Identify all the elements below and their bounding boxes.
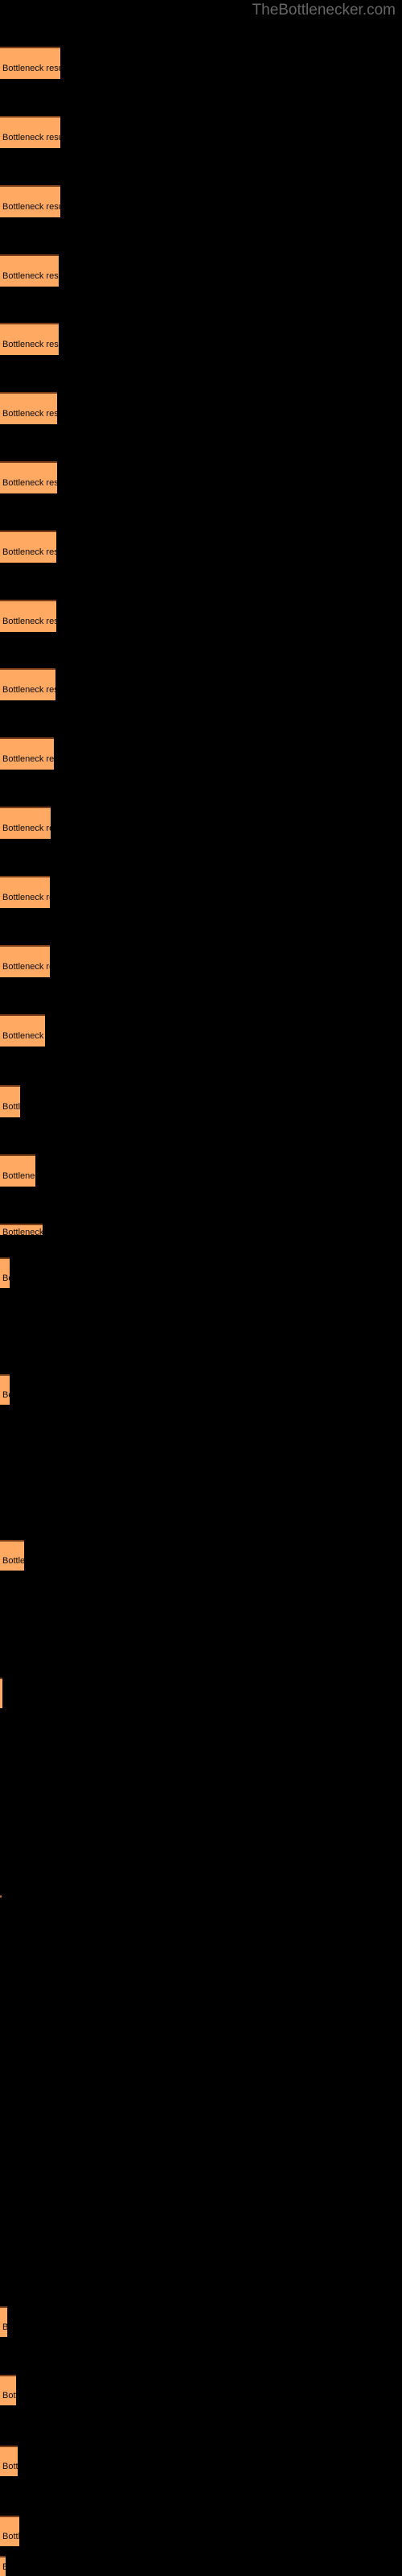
bar-label: Bottleneck result [2, 962, 50, 972]
bar-row: Bottleneck result [0, 807, 402, 839]
bar-label: Bottleneck result [2, 202, 60, 212]
bar-4[interactable]: Bottleneck result [0, 254, 59, 287]
bar-15[interactable]: Bottleneck result [0, 1014, 45, 1046]
bar-row: Bottleneck result [0, 2516, 402, 2546]
bar-1[interactable]: Bottleneck result [0, 47, 60, 79]
bar-17[interactable]: Bottleneck result [0, 1154, 35, 1187]
bar-20[interactable]: Bottleneck result [0, 1374, 10, 1405]
bar-label: Bottleneck result [2, 754, 54, 764]
bar-label: Bottleneck result [2, 547, 56, 557]
bar-label: Bottleneck result [2, 340, 59, 349]
bar-14[interactable]: Bottleneck result [0, 945, 50, 977]
bar-label: Bottleneck result [2, 617, 56, 626]
bar-row: Bottleneck result [0, 323, 402, 355]
bar-label: Bottleneck result [2, 1390, 10, 1400]
bar-3[interactable]: Bottleneck result [0, 185, 60, 217]
bar-6[interactable]: Bottleneck result [0, 392, 57, 424]
bar-26[interactable]: Bottleneck result [0, 2516, 19, 2546]
bar-label: Bottleneck result [2, 2391, 16, 2401]
bar-24[interactable]: Bottleneck result [0, 2375, 16, 2405]
bar-18[interactable]: Bottleneck result [0, 1224, 43, 1235]
bar-row: Bottleneck result [0, 1085, 402, 1117]
bar-row: Bottleneck result [0, 1374, 402, 1405]
bar-11[interactable]: Bottleneck result [0, 737, 54, 770]
bar-label: Bottleneck result [2, 64, 60, 73]
bar-label: Bottleneck result [2, 478, 57, 488]
bar-9[interactable]: Bottleneck result [0, 600, 56, 632]
bar-row: Bottleneck result [0, 392, 402, 424]
bar-label: Bottleneck result [2, 2322, 7, 2333]
bar-row: Bottleneck result [0, 1540, 402, 1571]
bar-25[interactable]: Bottleneck result [0, 2446, 18, 2476]
bar-12[interactable]: Bottleneck result [0, 807, 51, 839]
bar-2[interactable]: Bottleneck result [0, 116, 60, 148]
bar-row: Bottleneck result [0, 461, 402, 493]
bar-row: Bottleneck result [0, 1678, 402, 1708]
bar-10[interactable]: Bottleneck result [0, 668, 55, 700]
bar-13[interactable]: Bottleneck result [0, 876, 50, 908]
bar-7[interactable]: Bottleneck result [0, 461, 57, 493]
bar-21[interactable]: Bottleneck result [0, 1540, 24, 1571]
bar-label: Bottleneck result [2, 1228, 43, 1235]
bar-label: Bottleneck result [2, 1102, 20, 1112]
bar-row: Bottleneck result [0, 1154, 402, 1187]
bar-label: Bottleneck result [2, 824, 51, 833]
bar-row: Bottleneck result [0, 1014, 402, 1046]
bar-label: Bottleneck result [2, 409, 57, 419]
bar-label: Bottleneck result [2, 2562, 6, 2573]
bar-label: Bottleneck result [2, 133, 60, 142]
bar-row: Bottleneck result [0, 1257, 402, 1288]
bar-5[interactable]: Bottleneck result [0, 323, 59, 355]
bar-row: Bottleneck result [0, 876, 402, 908]
bar-28[interactable]: Bottleneck result [0, 2556, 6, 2576]
bar-23[interactable]: Bottleneck result [0, 1895, 2, 1897]
bar-row: Bottleneck result [0, 1224, 402, 1235]
bar-label: Bottleneck result [2, 1556, 24, 1566]
bar-16[interactable]: Bottleneck result [0, 1085, 20, 1117]
bar-label: Bottleneck result [2, 893, 50, 902]
bar-row: Bottleneck result [0, 1895, 402, 1897]
bar-row: Bottleneck result [0, 185, 402, 217]
bar-label: Bottleneck result [2, 2462, 18, 2471]
bar-row: Bottleneck result [0, 2375, 402, 2405]
bar-8[interactable]: Bottleneck result [0, 530, 56, 563]
bar-row: Bottleneck result [0, 2556, 402, 2576]
bar-label: Bottleneck result [2, 271, 59, 281]
bar-row: Bottleneck result [0, 254, 402, 287]
bar-row: Bottleneck result [0, 737, 402, 770]
bar-label: Bottleneck result [2, 1274, 10, 1283]
bar-row: Bottleneck result [0, 2446, 402, 2476]
bar-row: Bottleneck result [0, 47, 402, 79]
bar-row: Bottleneck result [0, 945, 402, 977]
bar-22[interactable]: Bottleneck result [0, 1678, 2, 1708]
bar-row: Bottleneck result [0, 2306, 402, 2337]
bar-27[interactable]: Bottleneck result [0, 2306, 7, 2337]
bar-chart-root: TheBottlenecker.com Bottleneck resultBot… [0, 0, 402, 2576]
bar-label: Bottleneck result [2, 1171, 35, 1181]
bar-row: Bottleneck result [0, 600, 402, 632]
bar-label: Bottleneck result [2, 685, 55, 695]
bar-row: Bottleneck result [0, 668, 402, 700]
bar-row: Bottleneck result [0, 530, 402, 563]
bar-label: Bottleneck result [2, 1031, 45, 1041]
chart-plot-area: Bottleneck result Bottleneck result Bottle… [0, 0, 402, 2576]
bar-19[interactable]: Bottleneck result [0, 1257, 10, 1288]
bar-label: Bottleneck result [2, 2532, 19, 2541]
bar-row: Bottleneck result [0, 116, 402, 148]
